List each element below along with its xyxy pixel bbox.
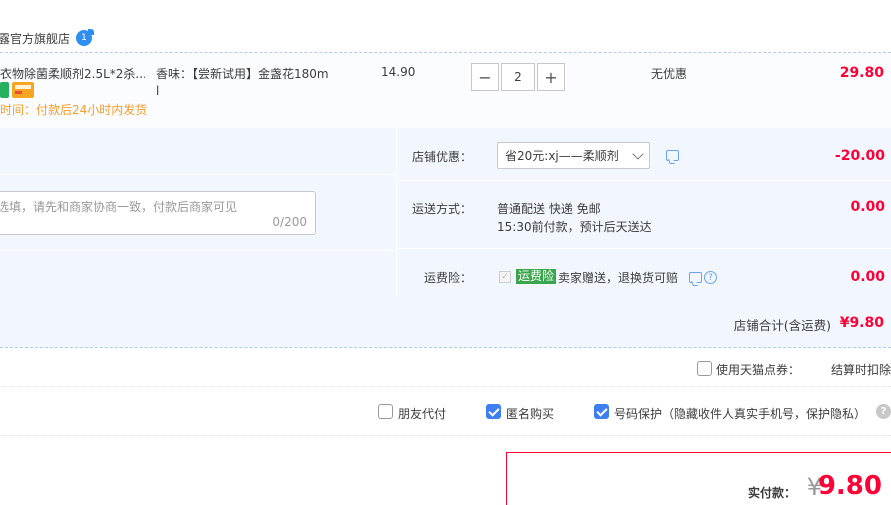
item-sku-continued: l: [156, 84, 160, 98]
shop-discount-row: 店铺优惠： 省20元:xj——柔顺剂 -20.00: [397, 128, 891, 181]
coupon-checkbox[interactable]: [697, 361, 712, 376]
shop-header: 露官方旗舰店 1: [0, 27, 95, 49]
question-icon[interactable]: ?: [704, 271, 717, 284]
insurance-text: 卖家赠送，退换货可赔: [558, 271, 679, 285]
divider: [0, 174, 395, 175]
quantity-stepper: − +: [471, 63, 565, 91]
item-title[interactable]: 衣物除菌柔顺剂2.5L*2杀...: [0, 65, 145, 82]
insurance-amount: 0.00: [850, 269, 885, 285]
shop-discount-amount: -20.00: [834, 148, 885, 164]
shipping-label: 运送方式：: [411, 202, 472, 216]
shipping-eta: 15:30前付款，预计后天送达: [497, 220, 652, 234]
memo-pane: 选填，请先和商家协商一致，付款后商家可见 0/200: [0, 128, 395, 296]
chevron-down-icon: [632, 148, 644, 160]
order-flags-row: 朋友代付 匿名购买 号码保护（隐藏收件人真实手机号，保护隐私） ?: [0, 388, 891, 436]
anonymous-label: 匿名购买: [506, 407, 555, 421]
shop-total-value: ¥9.80: [839, 315, 884, 331]
options-pane: 店铺优惠： 省20元:xj——柔顺剂 -20.00 运送方式： 普通配送 快递 …: [396, 128, 891, 296]
item-service-icons: [0, 82, 34, 98]
coupon-row: 使用天猫点券： 结算时扣除: [0, 349, 891, 387]
tmall-green-icon: [0, 82, 9, 98]
friend-pay-label: 朋友代付: [398, 407, 447, 421]
ship-time: 时间：付款后24小时内发货: [0, 103, 148, 117]
memo-placeholder: 选填，请先和商家协商一致，付款后商家可见: [0, 200, 238, 214]
anonymous-checkbox[interactable]: [486, 404, 501, 419]
unit-price: 14.90: [381, 65, 416, 79]
item-sku: 香味：【尝新试用】金盏花180m: [156, 67, 329, 81]
insurance-checkbox: ✓: [499, 271, 511, 283]
shipping-row: 运送方式： 普通配送 快递 免邮 15:30前付款，预计后天送达 0.00: [397, 181, 891, 249]
payment-summary: 实付款： ¥ 9.80: [506, 452, 891, 505]
payment-total: 9.80: [817, 471, 882, 501]
card-pay-icon: [12, 82, 34, 98]
friend-pay-checkbox[interactable]: [378, 404, 393, 419]
message-icon[interactable]: [666, 150, 679, 161]
payment-label: 实付款：: [747, 486, 796, 500]
number-protect-label: 号码保护（隐藏收件人真实手机号，保护隐私）: [614, 407, 867, 421]
qty-plus-button[interactable]: +: [537, 63, 565, 91]
order-item: 衣物除菌柔顺剂2.5L*2杀... 时间：付款后24小时内发货 香味：【尝新试用…: [0, 52, 891, 128]
insurance-label: 运费险：: [423, 271, 472, 285]
shop-discount-value: 省20元:xj——柔顺剂: [505, 149, 619, 163]
shipping-method: 普通配送 快递 免邮: [497, 202, 601, 216]
shop-total-row: 店铺合计(含运费) ¥9.80: [0, 296, 891, 348]
item-subtotal: 29.80: [839, 65, 884, 81]
shop-discount-select[interactable]: 省20元:xj——柔顺剂: [497, 142, 650, 169]
coupon-note: 结算时扣除: [831, 363, 891, 377]
shop-discount-label: 店铺优惠：: [411, 150, 472, 164]
message-icon[interactable]: [689, 272, 702, 283]
help-icon[interactable]: ?: [876, 404, 891, 419]
insurance-row: 运费险： ✓ 运费险 卖家赠送，退换货可赔 ? 0.00: [397, 249, 891, 296]
item-discount: 无优惠: [651, 67, 688, 81]
shop-total-label: 店铺合计(含运费): [733, 318, 831, 333]
divider: [0, 250, 395, 251]
qty-input[interactable]: [501, 63, 535, 91]
insurance-tag: 运费险: [516, 269, 557, 284]
number-protect-checkbox[interactable]: [594, 404, 609, 419]
shipping-amount: 0.00: [850, 199, 885, 215]
qty-minus-button[interactable]: −: [471, 63, 499, 91]
memo-char-count: 0/200: [272, 215, 307, 229]
shop-info-icon[interactable]: 1: [76, 29, 95, 46]
order-options: 选填，请先和商家协商一致，付款后商家可见 0/200 店铺优惠： 省20元:xj…: [0, 128, 891, 296]
buyer-memo-field[interactable]: 选填，请先和商家协商一致，付款后商家可见 0/200: [0, 191, 316, 235]
shop-name[interactable]: 露官方旗舰店: [0, 30, 70, 47]
coupon-label: 使用天猫点券：: [716, 363, 801, 377]
